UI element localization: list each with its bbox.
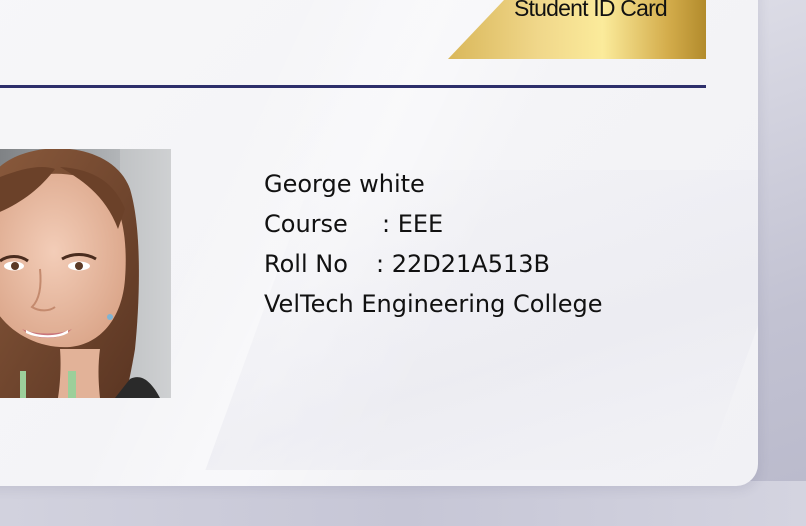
course-value: : EEE (382, 210, 444, 238)
title-banner: Student ID Card (448, 0, 706, 59)
portrait-image (0, 149, 171, 398)
course-label: Course (264, 210, 348, 238)
header-divider (0, 85, 706, 88)
course-row: Course : EEE (264, 204, 603, 244)
roll-label: Roll No (264, 250, 348, 278)
college-name: VelTech Engineering College (264, 290, 603, 318)
student-name: George white (264, 170, 425, 198)
background-floor (0, 481, 806, 526)
roll-value: : 22D21A513B (376, 250, 550, 278)
roll-row: Roll No : 22D21A513B (264, 244, 603, 284)
student-photo (0, 149, 171, 398)
card-title: Student ID Card (514, 0, 668, 21)
student-info: George white Course : EEE Roll No : 22D21A… (264, 164, 603, 324)
